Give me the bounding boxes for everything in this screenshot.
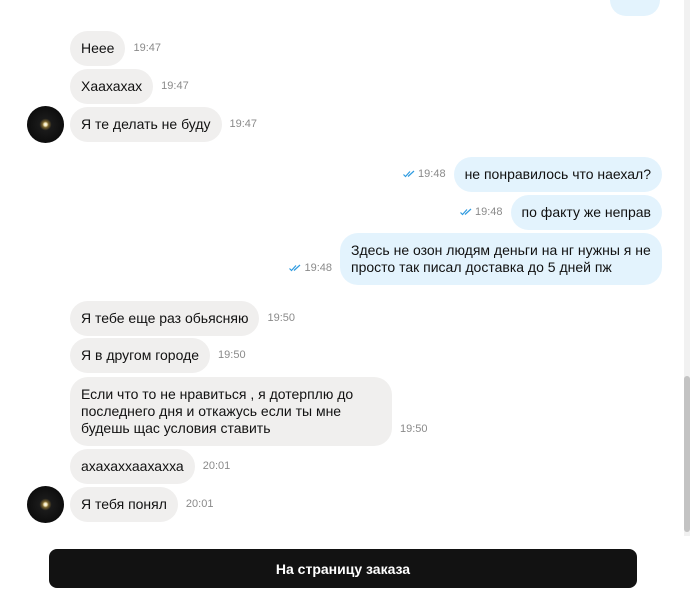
message-time-text: 19:48	[475, 206, 503, 218]
message-time: 19:47	[161, 80, 189, 92]
message-time: 19:50	[218, 349, 246, 361]
message-time: 19:50	[400, 423, 428, 435]
message-text: Я тебя понял	[70, 486, 178, 522]
message-text: Неее	[70, 30, 126, 66]
double-check-icon	[289, 264, 301, 272]
double-check-icon	[403, 170, 415, 178]
message-text: по факту же неправ	[510, 194, 662, 230]
message-incoming: Хаахахах 19:47	[70, 68, 189, 104]
message-outgoing: 19:48 не понравилось что наехал?	[403, 156, 662, 192]
chat-area[interactable]: Неее 19:47 Хаахахах 19:47 Я те делать не…	[0, 0, 690, 536]
scroll-thumb[interactable]	[684, 376, 690, 532]
chat-scrollbar[interactable]	[684, 0, 690, 536]
message-time: 19:48	[403, 168, 446, 180]
message-incoming: Я в другом городе 19:50	[70, 337, 246, 373]
message-time: 19:47	[133, 42, 161, 54]
message-text: Хаахахах	[70, 68, 154, 104]
message-incoming: Я тебя понял 20:01	[70, 486, 213, 522]
message-text: Я тебе еще раз обьясняю	[70, 300, 260, 336]
avatar[interactable]	[27, 486, 64, 523]
message-incoming: Неее 19:47	[70, 30, 161, 66]
message-time-text: 19:48	[418, 168, 446, 180]
message-time: 19:48	[289, 262, 332, 274]
message-incoming: Я тебе еще раз обьясняю 19:50	[70, 300, 295, 336]
message-incoming: Если что то не нравиться , я дотерплю до…	[70, 375, 428, 446]
message-text: ахахаххаахахха	[70, 448, 195, 484]
message-time: 20:01	[202, 460, 231, 472]
footer-bar: На страницу заказа	[0, 536, 700, 590]
message-time: 19:48	[460, 206, 503, 218]
message-time: 19:50	[267, 312, 295, 324]
partial-outgoing-bubble	[610, 0, 660, 16]
message-outgoing: 19:48 по факту же неправ	[460, 194, 662, 230]
message-incoming: Я те делать не буду 19:47	[70, 106, 257, 142]
message-text: не понравилось что наехал?	[453, 156, 662, 192]
message-text: Я в другом городе	[70, 337, 211, 373]
avatar[interactable]	[27, 106, 64, 143]
message-text: Если что то не нравиться , я дотерплю до…	[70, 377, 392, 446]
order-page-button[interactable]: На страницу заказа	[49, 549, 637, 588]
message-time: 19:47	[229, 118, 258, 130]
message-text: Я те делать не буду	[70, 106, 222, 142]
message-incoming: ахахаххаахахха 20:01	[70, 448, 230, 484]
message-time: 20:01	[185, 498, 214, 510]
message-text: Здесь не озон людям деньги на нг нужны я…	[340, 233, 662, 285]
message-time-text: 19:48	[304, 262, 332, 274]
double-check-icon	[460, 208, 472, 216]
message-outgoing: 19:48 Здесь не озон людям деньги на нг н…	[289, 232, 662, 285]
